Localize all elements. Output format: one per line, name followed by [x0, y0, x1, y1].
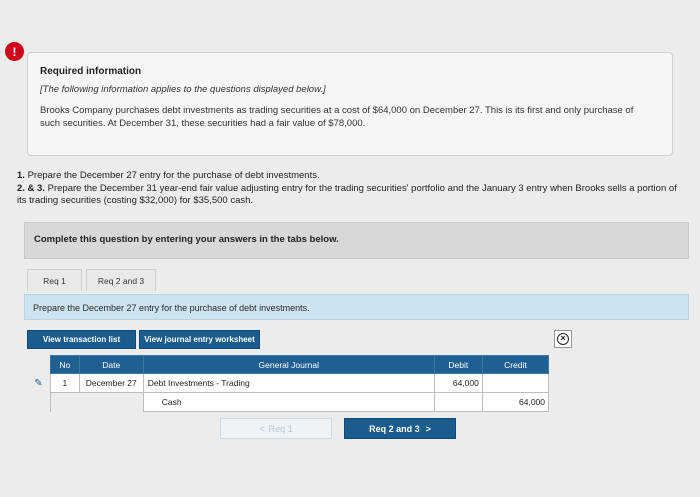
- circle-x-icon: ×: [557, 333, 569, 345]
- header-date: Date: [78, 355, 144, 374]
- credit-amount[interactable]: [481, 373, 550, 393]
- entry-date: December 27: [78, 373, 144, 393]
- instruction-text-2: Prepare the December 31 year-end fair va…: [17, 182, 677, 207]
- instruction-item-2: 2. & 3. Prepare the December 31 year-end…: [17, 183, 677, 208]
- account-credit[interactable]: Cash: [142, 392, 435, 412]
- complete-question-banner: Complete this question by entering your …: [24, 222, 689, 259]
- edit-cell-empty: [27, 392, 51, 412]
- alert-icon: !: [5, 42, 24, 61]
- prev-req-button[interactable]: < Req 1: [220, 418, 332, 439]
- journal-header-row: No Date General Journal Debit Credit: [27, 355, 550, 374]
- header-debit: Debit: [433, 355, 483, 374]
- edit-column-header: [27, 356, 50, 374]
- entry-date: [79, 393, 143, 412]
- prev-req-label: Req 1: [268, 423, 293, 434]
- instruction-text-1: Prepare the December 27 entry for the pu…: [24, 170, 320, 181]
- tab-prompt: Prepare the December 27 entry for the pu…: [24, 294, 689, 320]
- close-icon[interactable]: ×: [554, 330, 572, 348]
- tab-req-2-and-3[interactable]: Req 2 and 3: [86, 269, 156, 291]
- journal-table: No Date General Journal Debit Credit ✎ 1…: [27, 355, 550, 412]
- question-instructions: 1. Prepare the December 27 entry for the…: [17, 170, 677, 208]
- chevron-left-icon: <: [259, 423, 265, 434]
- account-debit[interactable]: Debt Investments - Trading: [142, 373, 435, 393]
- table-row: Cash 64,000: [27, 392, 550, 412]
- info-title: Required information: [40, 66, 142, 77]
- instruction-item-1: 1. Prepare the December 27 entry for the…: [17, 170, 677, 183]
- entry-number: 1: [49, 373, 80, 393]
- next-req-button[interactable]: Req 2 and 3 >: [344, 418, 456, 439]
- info-note: [The following information applies to th…: [40, 84, 326, 95]
- entry-number: [50, 393, 79, 412]
- view-transaction-list-button[interactable]: View transaction list: [27, 330, 136, 349]
- info-body: Brooks Company purchases debt investment…: [40, 105, 634, 129]
- debit-amount[interactable]: [433, 392, 483, 412]
- next-req-label: Req 2 and 3: [369, 423, 420, 434]
- header-credit: Credit: [481, 355, 550, 374]
- table-row: ✎ 1 December 27 Debt Investments - Tradi…: [27, 373, 550, 393]
- pencil-icon[interactable]: ✎: [27, 378, 50, 389]
- header-no: No: [49, 355, 80, 374]
- instruction-number-1: 1.: [17, 170, 25, 181]
- debit-amount[interactable]: 64,000: [433, 373, 483, 393]
- header-general-journal: General Journal: [142, 355, 435, 374]
- edit-cell[interactable]: ✎: [27, 373, 51, 393]
- required-information-box: Required information [The following info…: [27, 52, 673, 156]
- tab-req-1[interactable]: Req 1: [27, 269, 82, 291]
- credit-amount[interactable]: 64,000: [481, 392, 550, 412]
- view-journal-entry-worksheet-button[interactable]: View journal entry worksheet: [139, 330, 260, 349]
- chevron-right-icon: >: [425, 423, 431, 434]
- instruction-number-2: 2. & 3.: [17, 182, 45, 194]
